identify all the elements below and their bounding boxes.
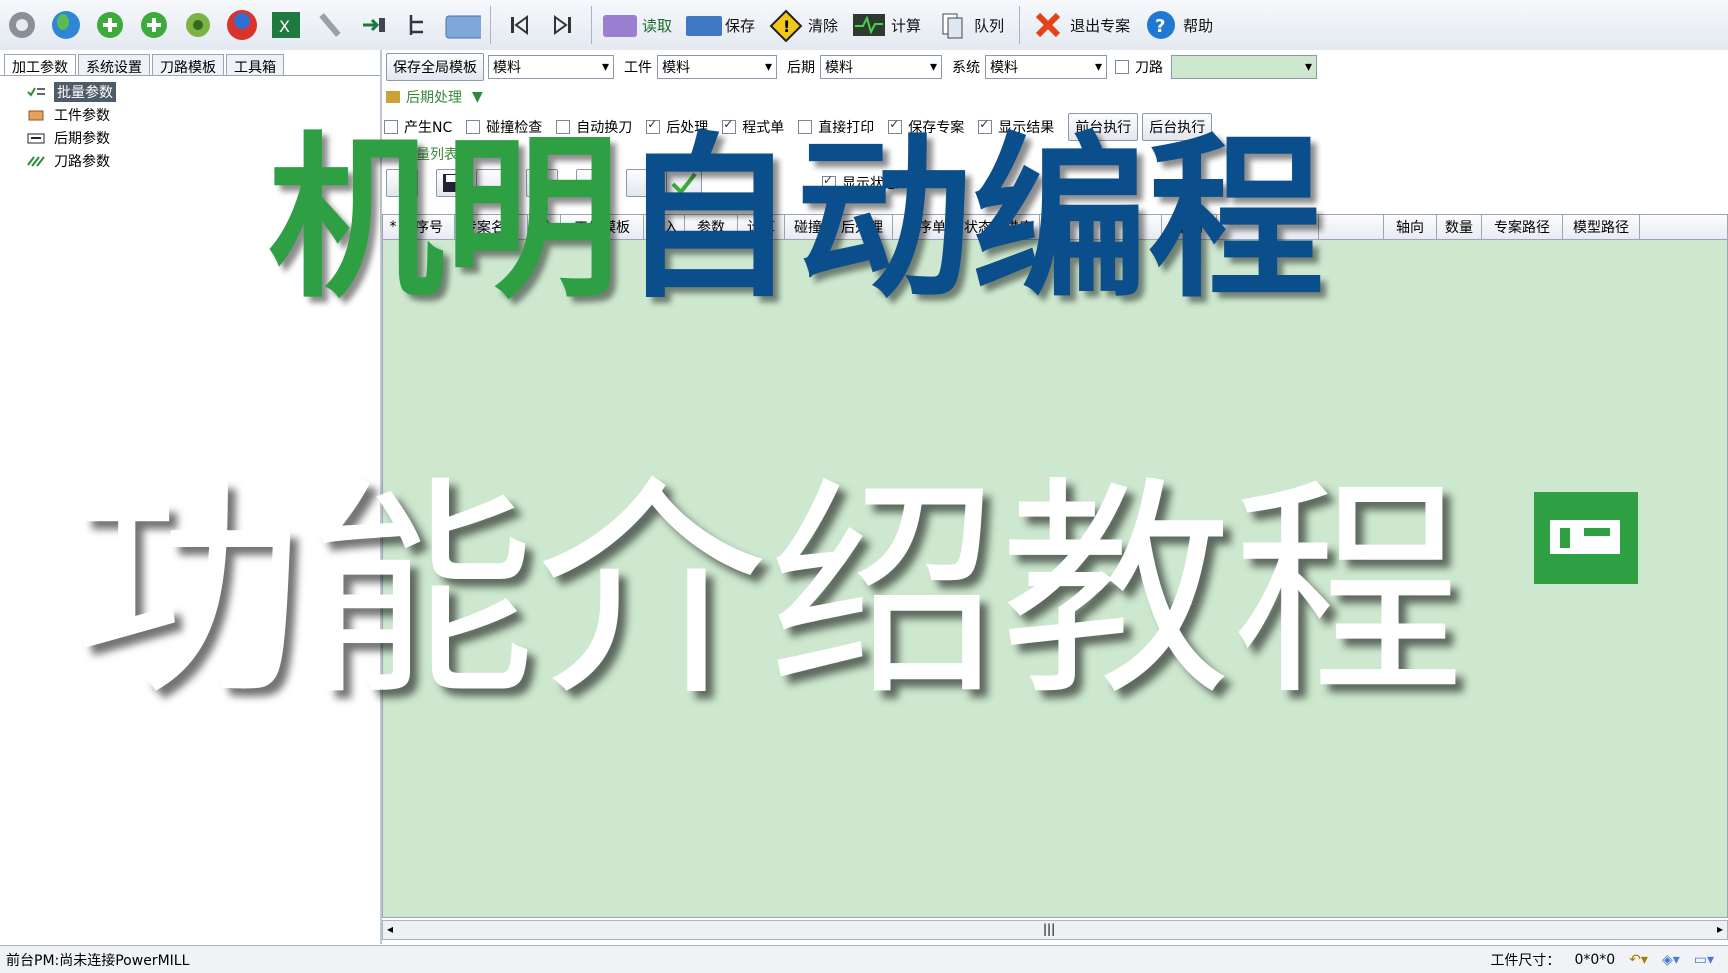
post-label: 后期 — [787, 60, 815, 76]
scroll-right-icon[interactable]: ▸ — [1717, 922, 1723, 936]
read-button[interactable]: 读取 — [601, 3, 678, 47]
exit-project-button[interactable]: 退出专案 — [1029, 3, 1136, 47]
tab-system-settings[interactable]: 系统设置 — [78, 54, 150, 76]
save-icon — [684, 6, 723, 44]
system-select[interactable]: 模料 ▾ — [985, 55, 1107, 79]
checklist-icon — [27, 87, 45, 97]
queue-label: 队列 — [974, 16, 1005, 35]
help-label: 帮助 — [1183, 16, 1214, 35]
help-icon: ? — [1142, 6, 1180, 44]
skip-first-icon[interactable] — [500, 6, 538, 44]
logo-badge-icon — [1534, 492, 1638, 584]
toolpath-icon — [27, 155, 45, 167]
save-button[interactable]: 保存 — [684, 3, 761, 47]
template-row: 保存全局模板 模料 ▾ 工件 模料 ▾ 后期 模料 ▾ 系统 模料 ▾ 刀路 ▾ — [382, 50, 1728, 84]
post-select[interactable]: 模料 ▾ — [820, 55, 942, 79]
clear-label: 清除 — [808, 16, 839, 35]
post-section-label: 后期处理 — [406, 90, 462, 106]
view-cube-icon[interactable]: ◈▾ — [1662, 952, 1680, 968]
toolpath-select[interactable]: ▾ — [1171, 55, 1317, 79]
workpiece-select[interactable]: 模料 ▾ — [657, 55, 777, 79]
post-select-value: 模料 — [825, 60, 853, 76]
chevron-down-icon: ▾ — [929, 59, 937, 75]
queue-button[interactable]: 队列 — [933, 3, 1010, 47]
clear-button[interactable]: ! 清除 — [767, 3, 844, 47]
folder-icon[interactable] — [443, 6, 481, 44]
workpiece-size-value: 0*0*0 — [1574, 951, 1616, 968]
add-alt-icon[interactable] — [135, 6, 173, 44]
overlay-title-blue: 自动编程 — [620, 117, 1325, 322]
overlay-title-green: 机明 — [268, 117, 621, 322]
col-header[interactable]: 轴向 — [1384, 215, 1437, 239]
post-icon — [27, 133, 45, 143]
calculate-icon — [850, 6, 888, 44]
save-global-template-button[interactable]: 保存全局模板 — [386, 53, 484, 81]
main-toolbar: X 读取 保存 ! 清除 计算 队列 退出专案 ? 帮助 — [0, 0, 1728, 51]
chevron-down-icon: ▾ — [764, 59, 772, 75]
horizontal-scrollbar[interactable]: ◂ ||| ▸ — [382, 920, 1728, 940]
workpiece-icon — [28, 110, 44, 120]
overlay-title: 机明自动编程 — [268, 120, 1324, 320]
tab-toolbox[interactable]: 工具箱 — [226, 54, 284, 76]
left-tabs: 加工参数 系统设置 刀路模板 工具箱 — [0, 50, 380, 76]
add-icon[interactable] — [91, 6, 129, 44]
chevron-down-icon: ▾ — [1304, 59, 1312, 75]
save-label: 保存 — [725, 16, 756, 35]
system-label: 系统 — [952, 60, 980, 76]
close-icon — [1029, 6, 1067, 44]
col-header[interactable]: 专案路径 — [1482, 215, 1563, 239]
post-section-header[interactable]: 后期处理 ▼ — [382, 84, 1728, 110]
expand-arrow-icon: ▼ — [472, 89, 483, 105]
col-header[interactable]: 数量 — [1437, 215, 1482, 239]
workpiece-label: 工件 — [624, 60, 652, 76]
tree-label: 批量参数 — [54, 81, 116, 102]
connection-status: 前台PM:尚未连接PowerMILL — [6, 952, 190, 969]
settings-gear-icon[interactable] — [3, 6, 41, 44]
warning-icon: ! — [767, 6, 805, 44]
skip-last-icon[interactable] — [544, 6, 582, 44]
tree-label: 工件参数 — [54, 107, 110, 124]
post-section-icon — [386, 91, 400, 103]
undo-icon[interactable]: ↶▾ — [1629, 952, 1648, 968]
tree-structure-icon[interactable] — [399, 6, 437, 44]
toolpath-label: 刀路 — [1135, 60, 1163, 76]
workpiece-size-label: 工件尺寸： — [1490, 952, 1561, 969]
help-button[interactable]: ? 帮助 — [1142, 3, 1219, 47]
status-bar: 前台PM:尚未连接PowerMILL 工件尺寸： 0*0*0 ↶▾ ◈▾ ▭▾ — [0, 945, 1728, 973]
tree-item-batch-params[interactable]: 批量参数 — [26, 80, 380, 103]
overlay-subtitle: 功能介绍教程 — [72, 457, 1465, 727]
chevron-down-icon: ▾ — [1094, 59, 1102, 75]
calculate-label: 计算 — [891, 16, 922, 35]
read-label: 读取 — [642, 16, 673, 35]
toolpath-checkbox[interactable] — [1115, 60, 1129, 74]
workpiece-select-value: 模料 — [662, 60, 690, 76]
folder-dropdown-icon[interactable]: ▭▾ — [1694, 952, 1714, 968]
excel-icon[interactable]: X — [267, 6, 305, 44]
svg-text:?: ? — [1155, 16, 1165, 37]
col-header[interactable] — [1319, 215, 1384, 239]
queue-icon — [933, 6, 971, 44]
powermill-icon[interactable] — [223, 6, 261, 44]
svg-text:X: X — [279, 17, 290, 36]
import-arrow-icon[interactable] — [355, 6, 393, 44]
globe-icon[interactable] — [47, 6, 85, 44]
tab-machining-params[interactable]: 加工参数 — [4, 54, 76, 76]
scroll-grip-icon[interactable]: ||| — [1043, 922, 1055, 936]
template-select[interactable]: 模料 ▾ — [488, 55, 614, 79]
exit-project-label: 退出专案 — [1070, 16, 1131, 35]
tree-label: 刀路参数 — [54, 153, 110, 170]
calculate-button[interactable]: 计算 — [850, 3, 927, 47]
svg-text:!: ! — [783, 17, 790, 36]
tab-toolpath-templates[interactable]: 刀路模板 — [152, 54, 224, 76]
read-icon — [601, 6, 639, 44]
wrench-icon[interactable] — [311, 6, 349, 44]
system-select-value: 模料 — [990, 60, 1018, 76]
chevron-down-icon: ▾ — [601, 59, 609, 75]
template-select-value: 模料 — [493, 60, 521, 76]
scroll-left-icon[interactable]: ◂ — [387, 922, 393, 936]
tree-label: 后期参数 — [54, 130, 110, 147]
col-header[interactable]: 模型路径 — [1563, 215, 1640, 239]
bug-icon[interactable] — [179, 6, 217, 44]
